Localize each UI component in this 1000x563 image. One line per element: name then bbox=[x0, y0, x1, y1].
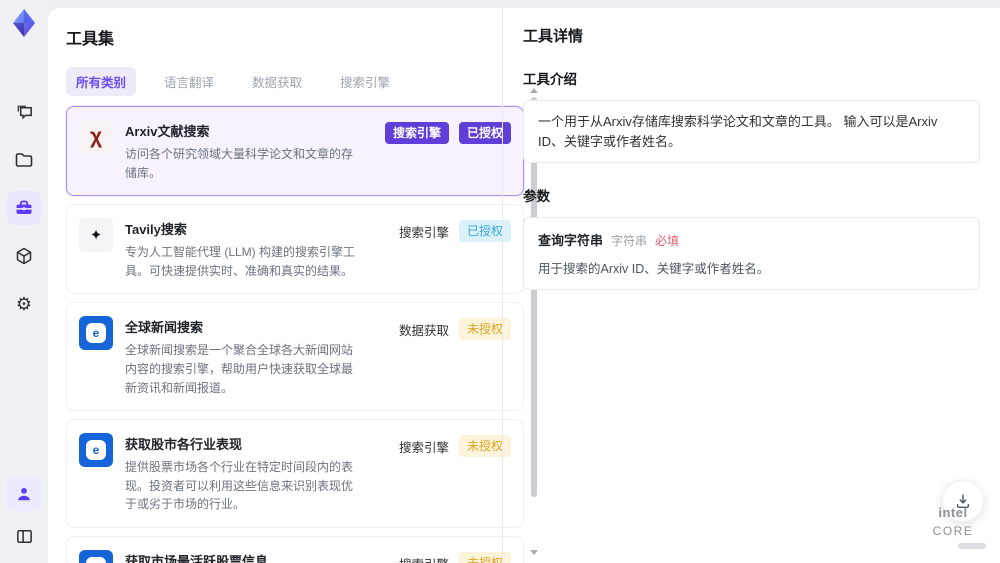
tavily-glyph: ✦ bbox=[89, 227, 103, 245]
brand-intel: intel bbox=[938, 505, 968, 520]
tool-description: 全球新闻搜索是一个聚合全球各大新闻网站内容的搜索引擎，帮助用户快速获取全球最新资… bbox=[125, 343, 354, 395]
tool-description: 提供股票市场各个行业在特定时间段内的表现。投资者可以利用这些信息来识别表现优于或… bbox=[125, 460, 354, 512]
arxiv-glyph: χ bbox=[89, 125, 103, 148]
page-title: 工具集 bbox=[66, 31, 115, 48]
tool-name: Arxiv文献搜索 bbox=[125, 124, 210, 139]
intro-text-box: 一个用于从Arxiv存储库搜索科学论文和文章的工具。 输入可以是Arxiv ID… bbox=[523, 100, 980, 163]
param-type: 字符串 bbox=[611, 234, 648, 248]
chat-icon[interactable] bbox=[7, 95, 41, 129]
tool-card-stock-sector[interactable]: e 获取股市各行业表现 提供股票市场各个行业在特定时间段内的表现。投资者可以利用… bbox=[66, 419, 524, 528]
tool-card-arxiv[interactable]: χ Arxiv文献搜索 访问各个研究领域大量科学论文和文章的存储库。 搜索引擎 … bbox=[66, 106, 524, 197]
params-heading: 参数 bbox=[523, 189, 550, 204]
tool-card-list: χ Arxiv文献搜索 访问各个研究领域大量科学论文和文章的存储库。 搜索引擎 … bbox=[66, 106, 538, 563]
param-name: 查询字符串 bbox=[538, 233, 604, 248]
news-glyph: e bbox=[86, 323, 106, 344]
category-badge: 搜索引擎 bbox=[384, 122, 449, 144]
stock-app-icon: e bbox=[79, 549, 113, 563]
tool-description: 访问各个研究领域大量科学论文和文章的存储库。 bbox=[125, 147, 354, 180]
param-item: 查询字符串 字符串 必填 用于搜索的Arxiv ID、关键字或作者姓名。 bbox=[523, 217, 980, 290]
tool-list-pane: 工具集 所有类别 语言翻译 数据获取 搜索引擎 χ Arxiv文献搜索 访问各个… bbox=[66, 8, 538, 563]
arxiv-logo-icon: χ bbox=[79, 120, 113, 154]
tool-card-active-stocks[interactable]: e 获取市场最活跃股票信息 提供当天交易量最高的股票列表，投资者可以利用这些信息… bbox=[66, 535, 524, 563]
tab-data-fetch[interactable]: 数据获取 bbox=[242, 67, 312, 96]
tool-name: 获取市场最活跃股票信息 bbox=[125, 553, 269, 563]
tab-all-categories[interactable]: 所有类别 bbox=[66, 67, 137, 96]
stock-glyph: e bbox=[86, 556, 106, 563]
param-description: 用于搜索的Arxiv ID、关键字或作者姓名。 bbox=[538, 262, 770, 276]
tab-language-translation[interactable]: 语言翻译 bbox=[154, 67, 224, 96]
gear-glyph: ⚙ bbox=[15, 294, 33, 314]
category-label: 搜索引擎 bbox=[399, 552, 449, 563]
stock-app-icon: e bbox=[79, 433, 113, 468]
tab-search-engine[interactable]: 搜索引擎 bbox=[330, 67, 400, 96]
folder-icon[interactable] bbox=[7, 143, 41, 177]
category-tabs: 所有类别 语言翻译 数据获取 搜索引擎 bbox=[66, 67, 538, 96]
category-label: 数据获取 bbox=[398, 324, 449, 339]
intel-core-logo: intel core bbox=[920, 504, 986, 549]
tavily-star-icon: ✦ bbox=[79, 218, 113, 253]
tool-description: 专为人工智能代理 (LLM) 构建的搜索引擎工具。可快速提供实时、准确和真实的结… bbox=[125, 245, 356, 278]
tool-name: 获取股市各行业表现 bbox=[125, 437, 243, 453]
toolbox-icon[interactable] bbox=[7, 191, 41, 225]
app-rail: ⚙ bbox=[0, 0, 48, 563]
brand-sub-mark bbox=[958, 543, 986, 549]
brand-core: core bbox=[932, 524, 974, 538]
category-label: 搜索引擎 bbox=[398, 226, 449, 241]
settings-icon[interactable]: ⚙ bbox=[7, 287, 41, 321]
category-label: 搜索引擎 bbox=[398, 441, 449, 456]
panel-toggle-icon[interactable] bbox=[7, 519, 41, 553]
tool-card-global-news[interactable]: e 全球新闻搜索 全球新闻搜索是一个聚合全球各大新闻网站内容的搜索引擎，帮助用户… bbox=[66, 302, 524, 412]
tool-name: Tavily搜索 bbox=[125, 222, 187, 238]
tool-name: 全球新闻搜索 bbox=[125, 320, 204, 336]
detail-title: 工具详情 bbox=[523, 28, 584, 45]
app-logo-icon bbox=[9, 8, 39, 43]
news-app-icon: e bbox=[79, 316, 113, 351]
stock-glyph: e bbox=[86, 440, 106, 461]
param-required-flag: 必填 bbox=[655, 234, 680, 248]
intro-heading: 工具介绍 bbox=[523, 72, 577, 87]
cube-icon[interactable] bbox=[7, 239, 41, 273]
main-panel: 工具集 所有类别 语言翻译 数据获取 搜索引擎 χ Arxiv文献搜索 访问各个… bbox=[48, 8, 1000, 563]
user-icon[interactable] bbox=[7, 477, 41, 511]
tool-detail-pane: 工具详情 工具介绍 一个用于从Arxiv存储库搜索科学论文和文章的工具。 输入可… bbox=[502, 8, 1000, 563]
tool-card-tavily[interactable]: ✦ Tavily搜索 专为人工智能代理 (LLM) 构建的搜索引擎工具。可快速提… bbox=[66, 204, 524, 295]
